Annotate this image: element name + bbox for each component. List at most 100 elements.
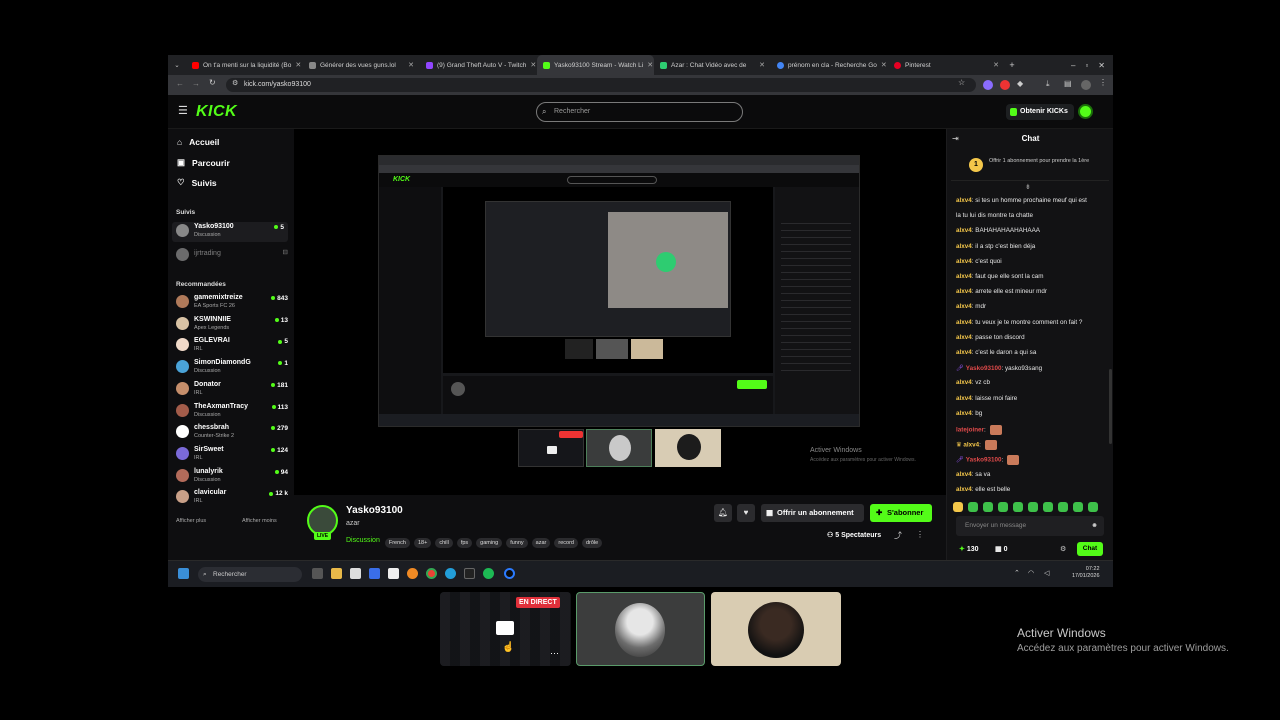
emote-icon[interactable]	[1028, 502, 1038, 512]
share-icon[interactable]: ⤴	[894, 530, 902, 541]
wifi-icon[interactable]: ◠	[1028, 569, 1034, 577]
notification-bell-button[interactable]: 🔔︎	[714, 504, 732, 522]
recommended-channel[interactable]: clavicular IRL 12 k	[176, 488, 288, 508]
menu-dots-icon[interactable]: ⋮	[1099, 78, 1107, 87]
file-explorer-icon[interactable]	[331, 568, 342, 579]
recommended-channel[interactable]: Donator IRL 181	[176, 380, 288, 400]
tab[interactable]: On t'a menti sur la liquidité (Bo ✕	[186, 55, 303, 75]
chat-username[interactable]: alxv4	[956, 471, 972, 478]
emote-icon[interactable]	[953, 502, 963, 512]
video-player[interactable]: KICK Activer Windows Accédez aux paramèt…	[294, 129, 946, 495]
recommended-channel[interactable]: chessbrah Counter-Strike 2 279	[176, 423, 288, 443]
emote-icon[interactable]	[1013, 502, 1023, 512]
stream-category-link[interactable]: Discussion	[346, 537, 380, 544]
stream-tag[interactable]: fps	[456, 538, 473, 548]
favorite-button[interactable]: ♥	[737, 504, 755, 522]
volume-icon[interactable]: ◁	[1044, 569, 1049, 577]
chat-username[interactable]: alxv4	[956, 410, 972, 417]
search-input[interactable]: ⌕ Rechercher	[536, 102, 743, 122]
close-icon[interactable]: ✕	[881, 61, 887, 69]
chat-username[interactable]: alxv4	[956, 395, 972, 402]
new-tab-icon[interactable]: +	[1005, 60, 1019, 70]
chat-username[interactable]: alxv4	[956, 303, 972, 310]
stream-tag[interactable]: gaming	[476, 538, 503, 548]
stream-tag[interactable]: record	[554, 538, 578, 548]
telegram-icon[interactable]	[445, 568, 456, 579]
close-icon[interactable]: ✕	[295, 61, 301, 69]
stream-tag[interactable]: azar	[531, 538, 551, 548]
show-less-link[interactable]: Afficher moins	[242, 518, 277, 524]
chat-username[interactable]: alxv4	[963, 442, 979, 449]
app-icon[interactable]	[369, 568, 380, 579]
recommended-channel[interactable]: SimonDiamondG Discussion 1	[176, 358, 288, 378]
recommended-channel[interactable]: SirSweet IRL 124	[176, 445, 288, 465]
bookmark-star-icon[interactable]: ☆	[958, 78, 965, 87]
app-icon[interactable]	[464, 568, 475, 579]
spotify-icon[interactable]	[483, 568, 494, 579]
kick-logo[interactable]: KICK	[196, 103, 237, 121]
tab-search-icon[interactable]: ⌄	[168, 61, 186, 69]
more-options-icon[interactable]: ⋮	[916, 530, 924, 539]
emote-icon[interactable]	[1088, 502, 1098, 512]
app-icon[interactable]	[504, 568, 515, 579]
tab[interactable]: Pinterest ✕	[888, 55, 1005, 75]
chrome-icon[interactable]	[426, 568, 437, 579]
recommended-channel[interactable]: TheAxmanTracy Discussion 113	[176, 402, 288, 422]
recommended-channel[interactable]: KSWINNIIE Apex Legends 13	[176, 315, 288, 335]
chat-scrollbar[interactable]	[1109, 369, 1112, 444]
tab[interactable]: (9) Grand Theft Auto V - Twitch ✕	[420, 55, 537, 75]
emote-icon[interactable]	[1058, 502, 1068, 512]
chat-username[interactable]: alxv4	[956, 349, 972, 356]
channel-name[interactable]: Yasko93100	[346, 505, 403, 516]
gifts-display[interactable]: ▦ 0	[995, 545, 1007, 553]
close-icon[interactable]: ✕	[759, 61, 765, 69]
chat-username[interactable]: alxv4	[956, 273, 972, 280]
app-icon[interactable]	[350, 568, 361, 579]
stream-tag[interactable]: 18+	[413, 538, 432, 548]
extensions-puzzle-icon[interactable]: ◆	[1017, 79, 1023, 88]
follow-button[interactable]: ✚ S'abonner	[870, 504, 932, 522]
forward-icon[interactable]: →	[192, 79, 200, 88]
recommended-channel[interactable]: EGLEVRAI IRL 5	[176, 336, 288, 356]
emote-icon[interactable]	[983, 502, 993, 512]
reload-icon[interactable]: ↻	[209, 78, 216, 87]
nav-item-following[interactable]: ♡ Suivis	[177, 177, 217, 188]
camera-thumbnail-2[interactable]	[711, 592, 841, 666]
recommended-channel[interactable]: lunalyrik Discussion 94	[176, 467, 288, 487]
chat-username[interactable]: alxv4	[956, 227, 972, 234]
task-view-icon[interactable]	[312, 568, 323, 579]
get-kicks-button[interactable]: Obtenir KICKs	[1006, 104, 1074, 120]
emote-icon[interactable]	[1043, 502, 1053, 512]
profile-avatar[interactable]	[1081, 80, 1091, 90]
taskbar-search[interactable]: ⌕ Rechercher	[198, 567, 302, 582]
chat-message-input[interactable]: Envoyer un message ☻	[956, 516, 1104, 536]
close-icon[interactable]: ✕	[647, 61, 653, 69]
more-options-icon[interactable]: ⋯	[550, 648, 559, 659]
chat-username[interactable]: alxv4	[956, 197, 972, 204]
tab[interactable]: Azar : Chat Vidéo avec de ✕	[654, 55, 771, 75]
windows-start-icon[interactable]	[178, 568, 189, 579]
followed-channel[interactable]: Yasko93100 Discussion 5	[172, 222, 288, 242]
emoji-icon[interactable]: ☻	[1091, 516, 1098, 536]
tab[interactable]: prénom en cla - Recherche Go ✕	[771, 55, 888, 75]
stream-tag[interactable]: drôle	[581, 538, 603, 548]
stream-tag[interactable]: French	[384, 538, 410, 548]
extension-icon[interactable]	[1000, 80, 1010, 90]
close-icon[interactable]: ✕	[993, 61, 999, 69]
points-display[interactable]: ✦ 130	[959, 545, 979, 553]
download-icon[interactable]: ⤓	[1046, 79, 1050, 89]
screen-share-thumbnail[interactable]: EN DIRECT ☝ ⋯	[440, 592, 571, 666]
chat-username[interactable]: alxv4	[956, 258, 972, 265]
user-avatar[interactable]	[1078, 104, 1093, 119]
sidebar-panel-icon[interactable]: ▤	[1064, 79, 1072, 88]
show-more-link[interactable]: Afficher plus	[176, 518, 206, 524]
gift-subscription-button[interactable]: ▦ Offrir un abonnement	[761, 504, 864, 522]
pinned-gift-banner[interactable]: 1 Offrir 1 abonnement pour prendre la 1è…	[951, 151, 1109, 181]
chat-username[interactable]: latejoiner	[956, 427, 984, 434]
emote-icon[interactable]	[968, 502, 978, 512]
chat-username[interactable]: alxv4	[956, 319, 972, 326]
maximize-icon[interactable]: ▫	[1085, 61, 1088, 70]
camera-thumbnail[interactable]	[576, 592, 705, 666]
send-chat-button[interactable]: Chat	[1077, 542, 1103, 556]
chat-username[interactable]: alxv4	[956, 288, 972, 295]
